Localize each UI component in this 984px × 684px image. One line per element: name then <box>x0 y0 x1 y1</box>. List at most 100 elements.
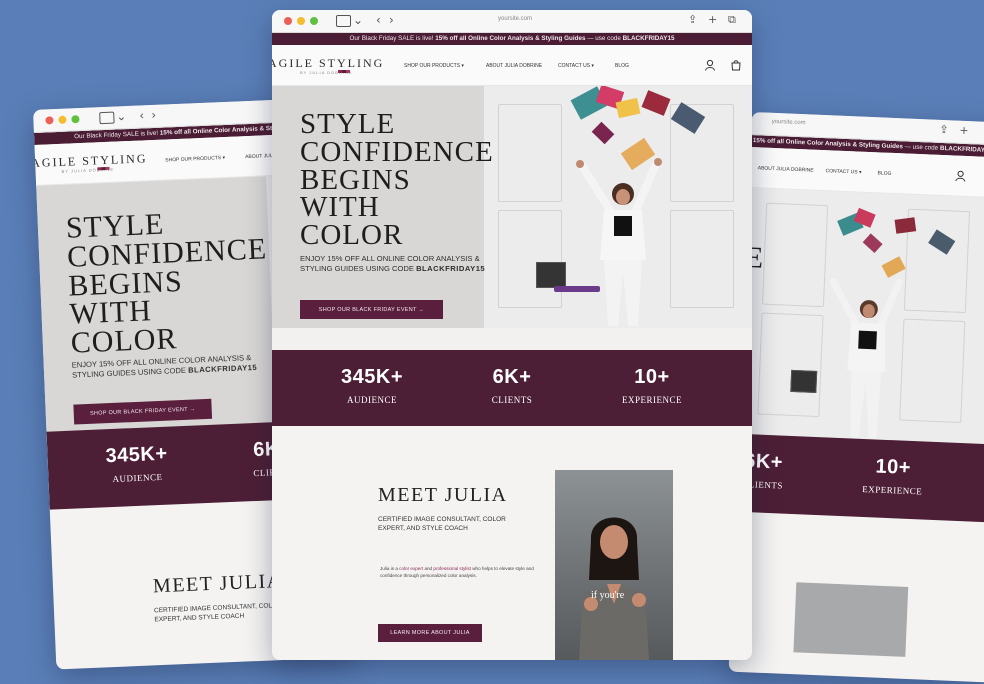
window-controls <box>284 17 318 25</box>
browser-window-right: yoursite.com ⇪ + 15% off all Online Colo… <box>728 112 984 684</box>
nav-blog[interactable]: BLOG <box>877 170 891 177</box>
hero-heading-line: CONFIDENCE <box>300 135 494 168</box>
promo-code: BLACKFRIDAY15 <box>187 362 258 375</box>
julia-video-thumbnail[interactable] <box>793 582 909 657</box>
stat-label: EXPERIENCE <box>622 395 682 405</box>
browser-window-center: ⌄ ‹ › yoursite.com ⇪ + ⧉ Our Black Frida… <box>272 10 752 660</box>
julia-hero-photo <box>829 278 903 439</box>
banner-code: BLACKFRIDAY15 <box>622 35 675 42</box>
nav-about[interactable]: ABOUT JULIA DOBRINE <box>758 165 814 173</box>
video-caption: if you're <box>591 590 625 601</box>
meet-body-text: Julia is a <box>380 566 400 571</box>
shop-black-friday-button[interactable]: SHOP OUR BLACK FRIDAY EVENT → <box>300 300 443 319</box>
stats-bar: 345K+ AUDIENCE 6K+ CLIENTS 10+ EXPERIENC… <box>272 350 752 426</box>
chevron-down-icon[interactable]: ⌄ <box>353 13 363 27</box>
wall-molding <box>498 104 562 202</box>
color-swatch <box>894 217 917 234</box>
sidebar-icon[interactable] <box>336 15 351 27</box>
wall-molding <box>670 210 734 308</box>
window-controls <box>45 115 80 125</box>
laptop-icon <box>790 369 818 393</box>
minimize-window-button[interactable] <box>58 115 67 124</box>
logo-color-dots <box>338 70 350 73</box>
account-icon[interactable] <box>954 170 966 182</box>
hero-subtext: ENJOY 15% OFF ALL ONLINE COLOR ANALYSIS … <box>300 254 485 274</box>
nav-shop-products[interactable]: SHOP OUR PRODUCTS ▾ <box>165 155 225 164</box>
hero-subtext-line: STYLING GUIDES USING CODE <box>300 263 414 273</box>
banner-text: — use code <box>587 35 621 42</box>
address-bar[interactable]: yoursite.com <box>771 119 805 126</box>
meet-body-text: and <box>423 566 434 571</box>
nav-blog[interactable]: BLOG <box>615 63 629 69</box>
forward-icon[interactable]: › <box>151 108 156 122</box>
hero-section: STYLE CONFIDENCE BEGINS WITH COLOR ENJOY… <box>272 86 752 328</box>
banner-text: Our Black Friday SALE is live! <box>74 129 159 141</box>
meet-julia-title: MEET JULIA <box>152 569 284 598</box>
hero-heading-line: WITH <box>300 191 380 224</box>
site-header: AGILE STYLING BY JULIA DOBRINE SHOP OUR … <box>272 45 752 86</box>
forward-icon[interactable]: › <box>389 13 394 27</box>
address-bar[interactable]: yoursite.com <box>498 16 532 22</box>
nav-contact[interactable]: CONTACT US ▾ <box>825 168 861 175</box>
stats-bar: 6K+ CLIENTS 10+ EXPERIENCE <box>735 433 984 525</box>
meet-subtitle-line: EXPERT, AND STYLE COACH <box>378 524 468 532</box>
hero-section: CE <box>738 187 984 449</box>
stat-value: 345K+ <box>341 366 403 388</box>
stat-value: 345K+ <box>105 442 168 468</box>
share-icon[interactable]: ⇪ <box>939 123 949 136</box>
stat-value: 10+ <box>634 366 670 388</box>
sidebar-icon[interactable] <box>99 111 115 125</box>
learn-more-button[interactable]: LEARN MORE ABOUT JULIA <box>378 624 482 642</box>
meet-body-highlight: color expert <box>399 566 424 571</box>
meet-julia-title: MEET JULIA <box>378 484 508 506</box>
chevron-down-icon[interactable]: ⌄ <box>116 109 127 123</box>
maximize-window-button[interactable] <box>71 115 80 124</box>
stat-value: 6K+ <box>492 366 532 388</box>
nav-about[interactable]: ABOUT JULIA DOBRINE <box>486 63 542 69</box>
new-tab-icon[interactable]: + <box>959 124 969 137</box>
banner-bold-text: 15% off all Online Color Analysis & Styl… <box>435 35 586 42</box>
julia-video-thumbnail[interactable]: if you're <box>555 470 673 660</box>
color-swatch <box>862 233 883 253</box>
wall-molding <box>498 210 562 308</box>
tabs-icon[interactable]: ⧉ <box>728 13 736 27</box>
stat-label: AUDIENCE <box>347 395 397 405</box>
fabric-swatches <box>554 286 600 292</box>
laptop-icon <box>536 262 566 288</box>
nav-contact[interactable]: CONTACT US ▾ <box>558 63 594 69</box>
site-logo[interactable]: AGILE STYLING <box>272 56 384 71</box>
promo-banner: Our Black Friday SALE is live! 15% off a… <box>272 33 752 45</box>
banner-code: BLACKFRIDAY15 <box>939 144 984 155</box>
meet-julia-subtitle: CERTIFIED IMAGE CONSULTANT, COLOR EXPERT… <box>378 516 506 534</box>
stat-value: 10+ <box>875 455 912 479</box>
logo-color-dots <box>97 166 110 171</box>
close-window-button[interactable] <box>45 116 54 125</box>
share-icon[interactable]: ⇪ <box>688 13 697 26</box>
wall-molding <box>761 202 829 308</box>
stat-audience: 345K+ AUDIENCE <box>332 366 412 405</box>
meet-julia-subtitle: CERTIFIED IMAGE CONSULTANT, COLOR EXPERT… <box>154 602 282 625</box>
hero-heading: STYLE CONFIDENCE BEGINS WITH COLOR <box>65 206 271 360</box>
minimize-window-button[interactable] <box>297 17 305 25</box>
hero-subtext-line: ENJOY 15% OFF ALL ONLINE COLOR ANALYSIS … <box>300 254 480 263</box>
stat-clients: 6K+ CLIENTS <box>472 366 552 405</box>
close-window-button[interactable] <box>284 17 292 25</box>
stat-experience: 10+ EXPERIENCE <box>862 455 924 496</box>
shop-black-friday-button[interactable]: SHOP OUR BLACK FRIDAY EVENT → <box>73 398 213 425</box>
cart-icon[interactable] <box>730 59 742 71</box>
julia-video-photo <box>579 517 649 660</box>
stat-experience: 10+ EXPERIENCE <box>612 366 692 405</box>
julia-hero-photo <box>576 158 662 326</box>
account-icon[interactable] <box>704 59 716 71</box>
back-icon[interactable]: ‹ <box>376 13 381 27</box>
new-tab-icon[interactable]: + <box>708 13 717 26</box>
hero-heading-line: COLOR <box>300 219 404 252</box>
back-icon[interactable]: ‹ <box>139 108 144 122</box>
hero-heading: STYLE CONFIDENCE BEGINS WITH COLOR <box>300 108 494 252</box>
meet-julia-description: Julia is a color expert and professional… <box>380 566 538 579</box>
nav-shop-products[interactable]: SHOP OUR PRODUCTS ▾ <box>404 63 464 69</box>
stat-label: CLIENTS <box>491 395 533 405</box>
hero-heading-line: STYLE <box>300 108 396 140</box>
meet-subtitle-line: CERTIFIED IMAGE CONSULTANT, COLOR <box>378 516 506 523</box>
maximize-window-button[interactable] <box>310 17 318 25</box>
